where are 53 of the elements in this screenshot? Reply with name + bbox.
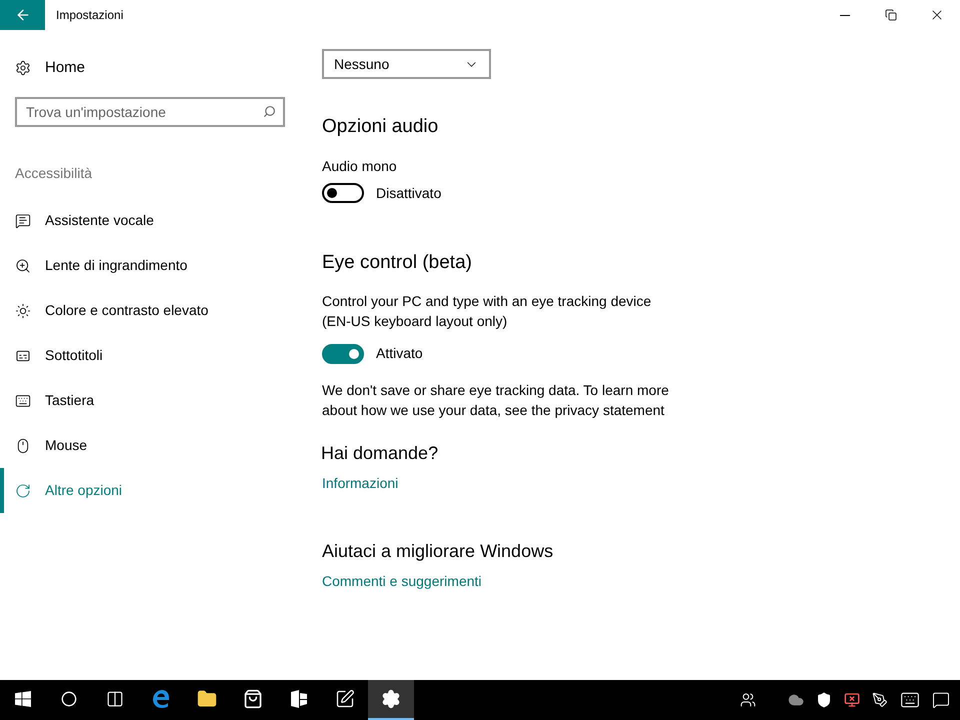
taskbar-button[interactable] xyxy=(368,680,414,720)
folder-icon xyxy=(197,689,217,709)
zoom-icon xyxy=(15,258,31,274)
back-button[interactable] xyxy=(0,0,45,30)
section-heading: Hai domande? xyxy=(321,442,440,465)
search-icon xyxy=(61,691,77,707)
home-nav-item[interactable]: Home xyxy=(0,53,300,83)
feedback-link[interactable]: Commenti e suggerimenti xyxy=(322,571,960,592)
sun-icon xyxy=(15,302,31,318)
shield-icon[interactable] xyxy=(816,692,832,708)
section-heading: Opzioni audio xyxy=(322,115,440,139)
rotate-icon xyxy=(15,482,31,498)
toggle-switch[interactable] xyxy=(322,183,364,203)
pen-icon[interactable] xyxy=(872,692,888,708)
toggle-state-label: Disattivato xyxy=(376,184,442,202)
speech-icon xyxy=(15,212,31,228)
nav-item[interactable]: Sottotitoli xyxy=(0,333,300,378)
task-view-icon xyxy=(106,690,124,708)
notifications-icon[interactable] xyxy=(932,691,950,709)
toggle-state-label: Attivato xyxy=(376,344,423,363)
nav-item[interactable]: Tastiera xyxy=(0,378,300,423)
bag-icon xyxy=(243,689,263,709)
nav-item[interactable]: Colore e contrasto elevato xyxy=(0,288,300,333)
settings-icon xyxy=(381,689,401,709)
info-link[interactable]: Informazioni xyxy=(322,473,960,494)
description-text: Control your PC and type with an eye tracking device (EN-US keyboard layout only) xyxy=(322,292,652,331)
network-error-icon[interactable] xyxy=(844,692,860,708)
cloud-icon[interactable] xyxy=(788,692,804,708)
browser-icon xyxy=(151,689,171,709)
search-icon xyxy=(263,105,276,118)
window-title: Impostazioni xyxy=(56,7,124,24)
toggle-switch[interactable] xyxy=(322,344,364,364)
pen-square-icon xyxy=(335,689,355,709)
keyboard-icon xyxy=(15,392,31,408)
section-label: Accessibilità xyxy=(15,164,94,183)
nav-item[interactable]: Assistente vocale xyxy=(0,198,300,243)
settings-icon xyxy=(15,60,31,76)
tiles-icon xyxy=(289,689,309,709)
keyboard-icon[interactable] xyxy=(900,690,920,710)
nav-item[interactable]: Lente di ingrandimento xyxy=(0,243,300,288)
setting-label: Audio mono xyxy=(322,156,398,176)
dropdown[interactable]: Nessuno xyxy=(322,49,491,79)
restore-icon xyxy=(885,9,897,21)
nav-item[interactable]: Mouse xyxy=(0,423,300,468)
search-field[interactable]: Trova un'impostazione xyxy=(15,97,285,127)
mouse-icon xyxy=(15,438,31,454)
privacy-note: We don't save or share eye tracking data. To learn more about how we use your data, see the privacy statement xyxy=(322,381,670,420)
nav-item[interactable]: Altre opzioni xyxy=(0,468,300,513)
section-heading: Eye control (beta) xyxy=(322,250,473,274)
minimize-icon xyxy=(840,14,850,16)
people-icon[interactable] xyxy=(740,692,756,708)
windows-logo-icon xyxy=(15,691,31,707)
section-heading: Aiutaci a migliorare Windows xyxy=(322,540,554,563)
